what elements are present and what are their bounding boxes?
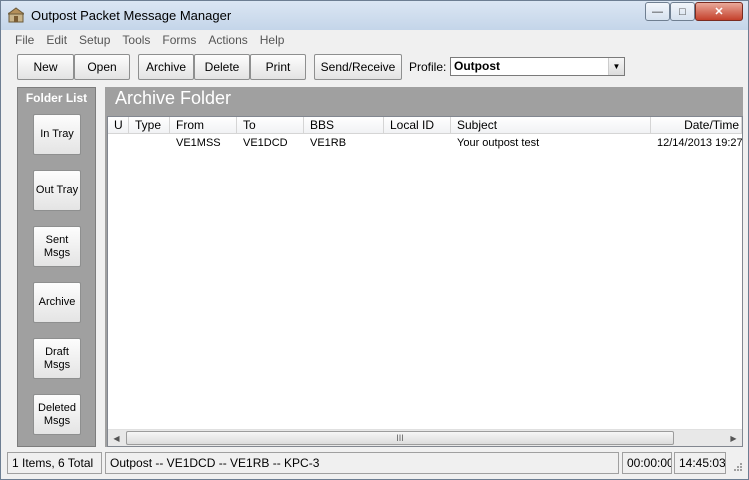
- menu-edit[interactable]: Edit: [40, 31, 73, 50]
- open-button[interactable]: Open: [74, 54, 130, 80]
- resize-grip-icon[interactable]: [729, 460, 743, 474]
- dropdown-arrow-icon[interactable]: ▼: [608, 58, 624, 75]
- close-button[interactable]: ✕: [695, 2, 743, 21]
- status-bar: 1 Items, 6 Total Outpost -- VE1DCD -- VE…: [1, 450, 748, 479]
- column-header-to[interactable]: To: [237, 117, 304, 134]
- cell-from: VE1MSS: [176, 137, 221, 149]
- app-window: Outpost Packet Message Manager — □ ✕ Fil…: [0, 0, 749, 480]
- status-item-count: 1 Items, 6 Total: [7, 452, 102, 474]
- folder-view-panel: Archive Folder U Type From To BBS Local …: [105, 87, 743, 447]
- maximize-button[interactable]: □: [670, 2, 695, 21]
- status-timer: 00:00:00: [622, 452, 672, 474]
- column-header-bbs[interactable]: BBS: [304, 117, 384, 134]
- sent-msgs-label-line2: Msgs: [43, 246, 71, 259]
- folder-list-title: Folder List: [25, 91, 88, 105]
- deleted-msgs-label-line2: Msgs: [43, 414, 71, 427]
- cell-bbs: VE1RB: [310, 137, 347, 149]
- archive-folder-button[interactable]: Archive: [33, 282, 81, 323]
- folder-header: Archive Folder: [115, 88, 232, 108]
- scroll-right-icon[interactable]: ▶: [725, 430, 742, 447]
- in-tray-label: In Tray: [40, 128, 74, 140]
- menu-setup[interactable]: Setup: [73, 31, 116, 50]
- profile-label: Profile:: [409, 60, 447, 74]
- deleted-msgs-button[interactable]: Deleted Msgs: [33, 394, 81, 435]
- deleted-msgs-label-line1: Deleted: [38, 401, 76, 414]
- menu-actions[interactable]: Actions: [202, 31, 253, 50]
- cell-to: VE1DCD: [243, 137, 288, 149]
- column-header-subject[interactable]: Subject: [451, 117, 651, 134]
- draft-msgs-label-line2: Msgs: [43, 358, 71, 371]
- sent-msgs-button[interactable]: Sent Msgs: [33, 226, 81, 267]
- send-receive-button[interactable]: Send/Receive: [314, 54, 402, 80]
- out-tray-button[interactable]: Out Tray: [33, 170, 81, 211]
- menu-forms[interactable]: Forms: [156, 31, 202, 50]
- archive-button[interactable]: Archive: [138, 54, 194, 80]
- menu-help[interactable]: Help: [254, 31, 291, 50]
- print-button[interactable]: Print: [250, 54, 306, 80]
- toolbar: New Open Archive Delete Print Send/Recei…: [9, 51, 740, 84]
- cell-subject: Your outpost test: [457, 137, 540, 149]
- draft-msgs-label-line1: Draft: [45, 345, 69, 358]
- status-connection: Outpost -- VE1DCD -- VE1RB -- KPC-3: [105, 452, 619, 474]
- window-title: Outpost Packet Message Manager: [31, 8, 232, 23]
- profile-value: Outpost: [454, 59, 500, 73]
- profile-dropdown[interactable]: Outpost ▼: [450, 57, 625, 76]
- sent-msgs-label-line1: Sent: [45, 233, 69, 246]
- new-button[interactable]: New: [17, 54, 74, 80]
- horizontal-scrollbar[interactable]: ◀ III ▶: [108, 429, 742, 446]
- column-header-local-id[interactable]: Local ID: [384, 117, 451, 134]
- in-tray-button[interactable]: In Tray: [33, 114, 81, 155]
- message-list[interactable]: U Type From To BBS Local ID Subject Date…: [107, 116, 743, 447]
- delete-button[interactable]: Delete: [194, 54, 250, 80]
- app-icon: [8, 7, 24, 23]
- cell-type: [129, 136, 170, 151]
- status-clock: 14:45:03: [674, 452, 726, 474]
- scroll-thumb[interactable]: III: [126, 431, 674, 445]
- cell-datetime: 12/14/2013 19:27: [657, 137, 742, 149]
- column-header-from[interactable]: From: [170, 117, 237, 134]
- menu-bar: File Edit Setup Tools Forms Actions Help: [9, 31, 740, 50]
- column-header-type[interactable]: Type: [129, 117, 170, 134]
- draft-msgs-button[interactable]: Draft Msgs: [33, 338, 81, 379]
- menu-file[interactable]: File: [9, 31, 40, 50]
- cell-local-id: [384, 136, 451, 151]
- folder-list-panel: Folder List In Tray Out Tray Sent Msgs A…: [17, 87, 96, 447]
- archive-folder-label: Archive: [38, 296, 76, 308]
- title-bar[interactable]: Outpost Packet Message Manager — □ ✕: [1, 1, 748, 30]
- scroll-left-icon[interactable]: ◀: [108, 430, 125, 447]
- out-tray-label: Out Tray: [35, 184, 79, 196]
- menu-tools[interactable]: Tools: [116, 31, 156, 50]
- scroll-grip: III: [396, 433, 404, 443]
- column-header-datetime[interactable]: Date/Time: [651, 117, 742, 134]
- column-header-u[interactable]: U: [108, 117, 129, 134]
- cell-u: [108, 136, 129, 151]
- minimize-button[interactable]: —: [645, 2, 670, 21]
